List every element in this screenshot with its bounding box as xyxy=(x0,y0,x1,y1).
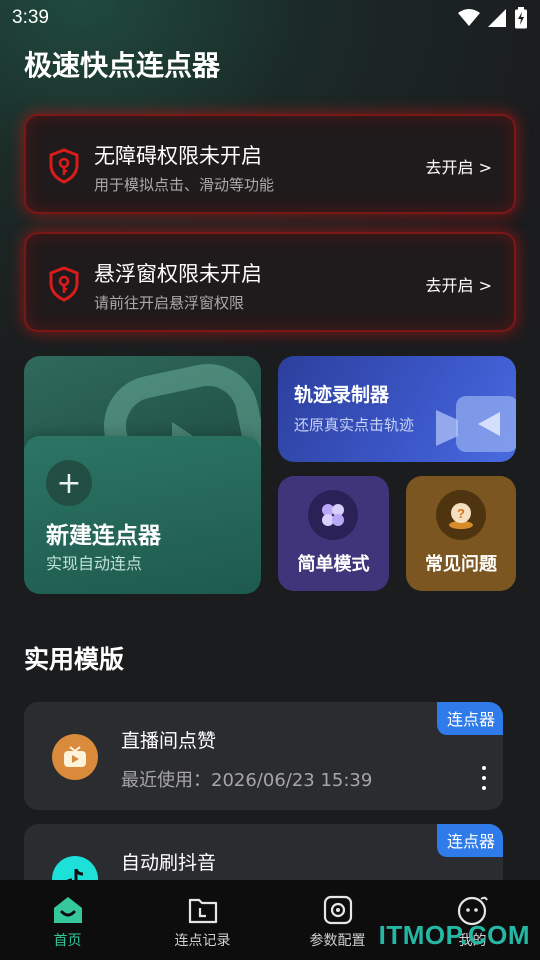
nav-records-label: 连点记录 xyxy=(174,933,231,949)
wifi-icon xyxy=(458,9,480,26)
nav-home-label: 首页 xyxy=(53,933,82,949)
shield-key-icon xyxy=(49,266,79,302)
new-clicker-title: 新建连点器 xyxy=(46,523,161,549)
faq-tile[interactable]: ? 常见问题 xyxy=(406,476,516,591)
new-clicker-subtitle: 实现自动连点 xyxy=(46,554,143,573)
track-recorder-title: 轨迹录制器 xyxy=(294,384,390,406)
status-icons xyxy=(458,7,528,29)
templates-section-title: 实用模版 xyxy=(24,645,125,674)
clicker-badge: 连点器 xyxy=(436,824,503,857)
signal-icon xyxy=(488,9,506,27)
nav-records[interactable]: 连点记录 xyxy=(135,880,270,960)
app-title: 极速快点连点器 xyxy=(24,49,221,82)
svg-text:?: ? xyxy=(457,506,465,521)
settings-icon xyxy=(322,892,354,928)
permission-title: 无障碍权限未开启 xyxy=(94,144,262,168)
template-name: 直播间点赞 xyxy=(121,730,217,752)
enable-permission-link[interactable]: 去开启 > xyxy=(426,272,493,296)
more-options-icon[interactable] xyxy=(481,766,487,790)
video-camera-icon xyxy=(436,396,516,452)
tv-icon xyxy=(52,734,98,780)
simple-mode-tile[interactable]: 简单模式 xyxy=(278,476,389,591)
home-icon xyxy=(51,892,85,928)
permission-title: 悬浮窗权限未开启 xyxy=(94,262,262,286)
overlay-permission-card[interactable]: 悬浮窗权限未开启 请前往开启悬浮窗权限 去开启 > xyxy=(24,232,516,332)
simple-mode-label: 简单模式 xyxy=(297,554,370,575)
faq-label: 常见问题 xyxy=(425,554,497,575)
folder-icon xyxy=(187,892,219,928)
track-recorder-tile[interactable]: 轨迹录制器 还原真实点击轨迹 xyxy=(278,356,516,462)
clicker-badge: 连点器 xyxy=(436,702,503,735)
enable-permission-link[interactable]: 去开启 > xyxy=(426,154,493,178)
question-bubble-icon: ? xyxy=(436,490,486,540)
site-watermark: ITMOP.COM xyxy=(378,920,530,950)
status-bar: 3:39 xyxy=(0,0,540,36)
new-clicker-tile[interactable]: + 新建连点器 实现自动连点 xyxy=(24,356,261,594)
template-last-used: 最近使用：2026/06/23 15:39 xyxy=(121,770,373,791)
nav-home[interactable]: 首页 xyxy=(0,880,135,960)
accessibility-permission-card[interactable]: 无障碍权限未开启 用于模拟点击、滑动等功能 去开启 > xyxy=(24,114,516,214)
template-card[interactable]: 连点器 直播间点赞 最近使用：2026/06/23 15:39 xyxy=(24,702,503,810)
nav-settings-label: 参数配置 xyxy=(309,933,366,949)
battery-icon xyxy=(515,7,527,29)
track-recorder-subtitle: 还原真实点击轨迹 xyxy=(294,416,415,434)
permission-subtitle: 请前往开启悬浮窗权限 xyxy=(94,294,245,312)
shield-key-icon xyxy=(49,148,79,184)
status-time: 3:39 xyxy=(12,7,49,28)
permission-subtitle: 用于模拟点击、滑动等功能 xyxy=(94,176,275,194)
template-name: 自动刷抖音 xyxy=(121,852,217,874)
clover-icon xyxy=(308,490,358,540)
plus-icon: + xyxy=(46,460,92,506)
